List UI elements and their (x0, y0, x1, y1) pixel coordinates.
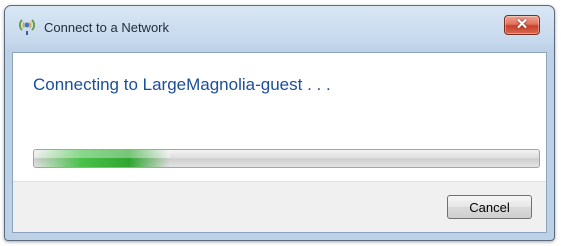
close-icon: ✕ (515, 16, 529, 33)
close-button[interactable]: ✕ (504, 15, 540, 35)
title-bar[interactable]: Connect to a Network ✕ (5, 6, 554, 52)
connect-dialog-window: Connect to a Network ✕ Connecting to Lar… (4, 5, 555, 241)
progress-bar-fill (34, 150, 171, 167)
dialog-footer: Cancel (13, 181, 546, 232)
connection-progress-bar (33, 149, 540, 168)
connecting-message: Connecting to LargeMagnolia-guest . . . (33, 75, 331, 94)
cancel-button[interactable]: Cancel (447, 195, 532, 219)
network-connection-icon (17, 16, 37, 36)
dialog-content: Connecting to LargeMagnolia-guest . . . … (12, 52, 547, 233)
window-title: Connect to a Network (44, 20, 170, 35)
